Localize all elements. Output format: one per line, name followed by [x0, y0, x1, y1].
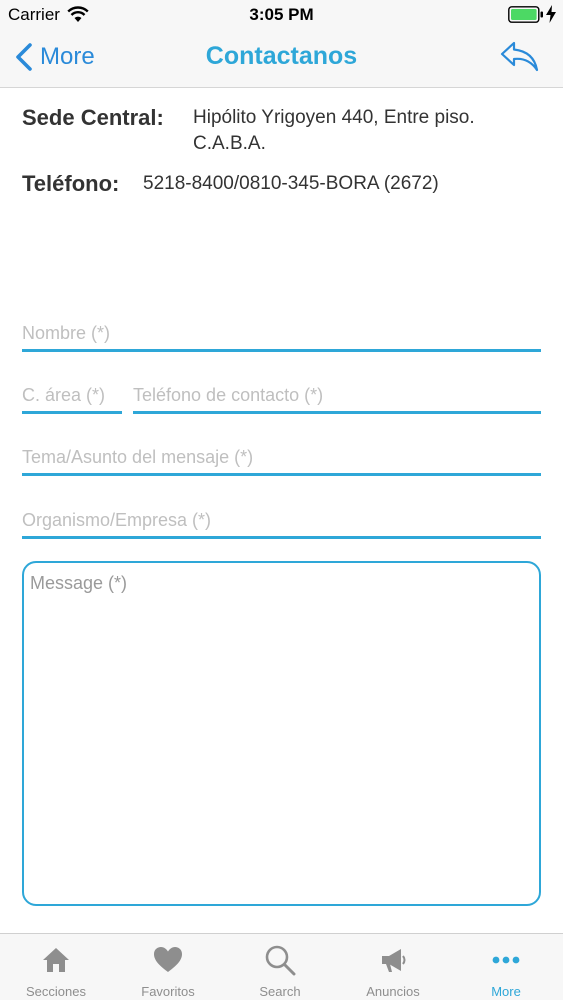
search-icon: [265, 945, 296, 976]
clock: 3:05 PM: [249, 5, 314, 24]
status-bar: Carrier 3:05 PM: [0, 0, 563, 30]
telefono-row: Teléfono: 5218-8400/0810-345-BORA (2672): [22, 170, 439, 198]
tab-anuncios[interactable]: Anuncios: [337, 934, 449, 1000]
battery-icon: [508, 6, 543, 23]
tab-label: Anuncios: [366, 984, 420, 999]
tab-label: Favoritos: [141, 984, 195, 999]
nombre-input[interactable]: [22, 318, 541, 352]
tab-search[interactable]: Search: [224, 934, 336, 1000]
page-title: Contactanos: [205, 42, 358, 70]
telefono-label: Teléfono:: [22, 171, 120, 196]
tab-label: Search: [259, 984, 301, 999]
tab-bar: Secciones Favoritos Search Anuncios More: [0, 933, 563, 1000]
sede-central-address: Hipólito Yrigoyen 440, Entre piso. C.A.B…: [193, 107, 475, 154]
tab-favoritos[interactable]: Favoritos: [112, 934, 224, 1000]
home-icon: [43, 948, 69, 972]
message-textarea[interactable]: [22, 561, 541, 906]
navigation-bar: More Contactanos: [0, 30, 563, 88]
area-code-input[interactable]: [22, 380, 122, 414]
more-dots-icon: [492, 956, 520, 964]
charging-bolt-icon: [546, 5, 556, 23]
telefono-contacto-input[interactable]: [133, 380, 541, 414]
heart-icon: [154, 947, 182, 972]
megaphone-icon: [382, 949, 406, 972]
tab-label: Secciones: [26, 984, 86, 999]
sede-central-label: Sede Central:: [22, 105, 164, 130]
tab-label: More: [491, 984, 521, 999]
sede-central-row: Sede Central: Hipólito Yrigoyen 440, Ent…: [22, 104, 503, 157]
tema-asunto-input[interactable]: [22, 442, 541, 476]
telefono-value: 5218-8400/0810-345-BORA (2672): [143, 173, 439, 194]
tab-secciones[interactable]: Secciones: [0, 934, 112, 1000]
tab-more[interactable]: More: [450, 934, 562, 1000]
organismo-empresa-input[interactable]: [22, 505, 541, 539]
reply-icon[interactable]: [499, 40, 541, 74]
